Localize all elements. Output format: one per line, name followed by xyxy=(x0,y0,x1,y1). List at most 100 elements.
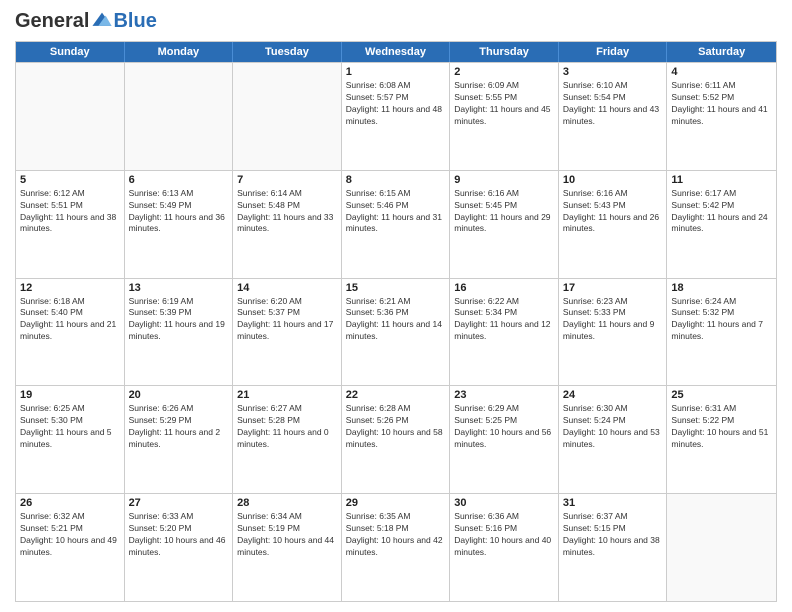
day-number: 18 xyxy=(671,282,772,294)
day-cell: 10Sunrise: 6:16 AM Sunset: 5:43 PM Dayli… xyxy=(559,171,668,278)
day-info: Sunrise: 6:09 AM Sunset: 5:55 PM Dayligh… xyxy=(454,80,554,128)
header: General Blue xyxy=(15,10,777,33)
day-info: Sunrise: 6:27 AM Sunset: 5:28 PM Dayligh… xyxy=(237,403,337,451)
week-row: 12 Sunrise: 6:18 AM Sunset: 5:40 PM Dayli… xyxy=(16,278,776,386)
day-headers: SundayMondayTuesdayWednesdayThursdayFrid… xyxy=(16,42,776,62)
day-info: Sunrise: 6:23 AM Sunset: 5:33 PM Dayligh… xyxy=(563,296,663,344)
day-cell: 13 Sunrise: 6:19 AM Sunset: 5:39 PM Dayli… xyxy=(125,279,234,386)
day-number: 7 xyxy=(237,174,337,186)
day-cell: 16 Sunrise: 6:22 AM Sunset: 5:34 PM Dayli… xyxy=(450,279,559,386)
day-info: Sunrise: 6:35 AM Sunset: 5:18 PM Dayligh… xyxy=(346,511,446,559)
day-number: 12 xyxy=(20,282,120,294)
day-info: Sunrise: 6:29 AM Sunset: 5:25 PM Dayligh… xyxy=(454,403,554,451)
day-cell: 27 Sunrise: 6:33 AM Sunset: 5:20 PM Dayli… xyxy=(125,494,234,601)
logo-text: General Blue xyxy=(15,10,157,33)
day-info: Sunrise: 6:16 AM Sunset: 5:45 PM Dayligh… xyxy=(454,188,554,236)
day-info: Sunrise: 6:32 AM Sunset: 5:21 PM Dayligh… xyxy=(20,511,120,559)
day-info: Sunrise: 6:36 AM Sunset: 5:16 PM Dayligh… xyxy=(454,511,554,559)
day-number: 16 xyxy=(454,282,554,294)
day-cell: 17 Sunrise: 6:23 AM Sunset: 5:33 PM Dayli… xyxy=(559,279,668,386)
week-row: 5Sunrise: 6:12 AM Sunset: 5:51 PM Daylig… xyxy=(16,170,776,278)
day-cell: 22 Sunrise: 6:28 AM Sunset: 5:26 PM Dayli… xyxy=(342,386,451,493)
day-info: Sunrise: 6:31 AM Sunset: 5:22 PM Dayligh… xyxy=(671,403,772,451)
day-info: Sunrise: 6:25 AM Sunset: 5:30 PM Dayligh… xyxy=(20,403,120,451)
day-info: Sunrise: 6:19 AM Sunset: 5:39 PM Dayligh… xyxy=(129,296,229,344)
day-cell: 25Sunrise: 6:31 AM Sunset: 5:22 PM Dayli… xyxy=(667,386,776,493)
day-info: Sunrise: 6:30 AM Sunset: 5:24 PM Dayligh… xyxy=(563,403,663,451)
day-number: 13 xyxy=(129,282,229,294)
day-number: 1 xyxy=(346,66,446,78)
day-number: 4 xyxy=(671,66,772,78)
day-info: Sunrise: 6:14 AM Sunset: 5:48 PM Dayligh… xyxy=(237,188,337,236)
day-cell: 20 Sunrise: 6:26 AM Sunset: 5:29 PM Dayli… xyxy=(125,386,234,493)
day-number: 31 xyxy=(563,497,663,509)
logo-general: General xyxy=(15,10,89,33)
day-cell: 6 Sunrise: 6:13 AM Sunset: 5:49 PM Daylig… xyxy=(125,171,234,278)
day-number: 22 xyxy=(346,389,446,401)
day-cell: 2Sunrise: 6:09 AM Sunset: 5:55 PM Daylig… xyxy=(450,63,559,170)
day-cell: 15 Sunrise: 6:21 AM Sunset: 5:36 PM Dayli… xyxy=(342,279,451,386)
day-number: 27 xyxy=(129,497,229,509)
day-number: 6 xyxy=(129,174,229,186)
day-info: Sunrise: 6:33 AM Sunset: 5:20 PM Dayligh… xyxy=(129,511,229,559)
day-cell: 19 Sunrise: 6:25 AM Sunset: 5:30 PM Dayli… xyxy=(16,386,125,493)
day-cell: 18 Sunrise: 6:24 AM Sunset: 5:32 PM Dayli… xyxy=(667,279,776,386)
day-cell: 11 Sunrise: 6:17 AM Sunset: 5:42 PM Dayli… xyxy=(667,171,776,278)
day-info: Sunrise: 6:15 AM Sunset: 5:46 PM Dayligh… xyxy=(346,188,446,236)
day-header: Saturday xyxy=(667,42,776,62)
day-info: Sunrise: 6:26 AM Sunset: 5:29 PM Dayligh… xyxy=(129,403,229,451)
day-cell xyxy=(667,494,776,601)
day-number: 30 xyxy=(454,497,554,509)
day-number: 8 xyxy=(346,174,446,186)
day-header: Tuesday xyxy=(233,42,342,62)
day-info: Sunrise: 6:21 AM Sunset: 5:36 PM Dayligh… xyxy=(346,296,446,344)
day-info: Sunrise: 6:13 AM Sunset: 5:49 PM Dayligh… xyxy=(129,188,229,236)
day-number: 15 xyxy=(346,282,446,294)
day-number: 23 xyxy=(454,389,554,401)
day-cell: 4 Sunrise: 6:11 AM Sunset: 5:52 PM Daylig… xyxy=(667,63,776,170)
day-cell: 14Sunrise: 6:20 AM Sunset: 5:37 PM Dayli… xyxy=(233,279,342,386)
day-cell: 26 Sunrise: 6:32 AM Sunset: 5:21 PM Dayli… xyxy=(16,494,125,601)
day-number: 19 xyxy=(20,389,120,401)
day-cell: 9 Sunrise: 6:16 AM Sunset: 5:45 PM Daylig… xyxy=(450,171,559,278)
day-number: 17 xyxy=(563,282,663,294)
day-number: 20 xyxy=(129,389,229,401)
day-info: Sunrise: 6:18 AM Sunset: 5:40 PM Dayligh… xyxy=(20,296,120,344)
day-info: Sunrise: 6:28 AM Sunset: 5:26 PM Dayligh… xyxy=(346,403,446,451)
day-cell: 31 Sunrise: 6:37 AM Sunset: 5:15 PM Dayli… xyxy=(559,494,668,601)
day-header: Monday xyxy=(125,42,234,62)
day-number: 9 xyxy=(454,174,554,186)
day-number: 29 xyxy=(346,497,446,509)
day-info: Sunrise: 6:11 AM Sunset: 5:52 PM Dayligh… xyxy=(671,80,772,128)
day-number: 10 xyxy=(563,174,663,186)
day-number: 11 xyxy=(671,174,772,186)
day-info: Sunrise: 6:20 AM Sunset: 5:37 PM Dayligh… xyxy=(237,296,337,344)
day-cell: 28Sunrise: 6:34 AM Sunset: 5:19 PM Dayli… xyxy=(233,494,342,601)
day-number: 28 xyxy=(237,497,337,509)
week-row: 1Sunrise: 6:08 AM Sunset: 5:57 PM Daylig… xyxy=(16,62,776,170)
day-number: 24 xyxy=(563,389,663,401)
logo: General Blue xyxy=(15,10,157,33)
day-cell xyxy=(233,63,342,170)
day-info: Sunrise: 6:37 AM Sunset: 5:15 PM Dayligh… xyxy=(563,511,663,559)
day-cell: 23 Sunrise: 6:29 AM Sunset: 5:25 PM Dayli… xyxy=(450,386,559,493)
page: General Blue SundayMondayTuesdayWednesday… xyxy=(0,0,792,612)
day-number: 21 xyxy=(237,389,337,401)
day-info: Sunrise: 6:10 AM Sunset: 5:54 PM Dayligh… xyxy=(563,80,663,128)
day-info: Sunrise: 6:17 AM Sunset: 5:42 PM Dayligh… xyxy=(671,188,772,236)
logo-blue: Blue xyxy=(113,10,156,32)
day-number: 5 xyxy=(20,174,120,186)
day-header: Wednesday xyxy=(342,42,451,62)
day-number: 26 xyxy=(20,497,120,509)
day-cell: 3Sunrise: 6:10 AM Sunset: 5:54 PM Daylig… xyxy=(559,63,668,170)
day-cell: 12 Sunrise: 6:18 AM Sunset: 5:40 PM Dayli… xyxy=(16,279,125,386)
day-info: Sunrise: 6:22 AM Sunset: 5:34 PM Dayligh… xyxy=(454,296,554,344)
day-info: Sunrise: 6:24 AM Sunset: 5:32 PM Dayligh… xyxy=(671,296,772,344)
day-cell: 29 Sunrise: 6:35 AM Sunset: 5:18 PM Dayli… xyxy=(342,494,451,601)
day-header: Friday xyxy=(559,42,668,62)
day-cell: 7 Sunrise: 6:14 AM Sunset: 5:48 PM Daylig… xyxy=(233,171,342,278)
day-cell: 5Sunrise: 6:12 AM Sunset: 5:51 PM Daylig… xyxy=(16,171,125,278)
day-cell: 1Sunrise: 6:08 AM Sunset: 5:57 PM Daylig… xyxy=(342,63,451,170)
day-cell: 30 Sunrise: 6:36 AM Sunset: 5:16 PM Dayli… xyxy=(450,494,559,601)
week-row: 26 Sunrise: 6:32 AM Sunset: 5:21 PM Dayli… xyxy=(16,493,776,601)
